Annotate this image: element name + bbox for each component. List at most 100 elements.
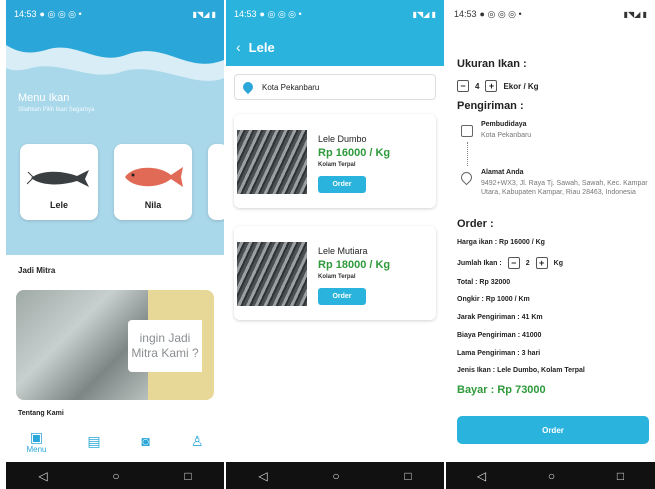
biaya-text: Biaya Pengiriman : 41000 bbox=[457, 332, 542, 339]
system-nav-bar: ◁ ○ □ bbox=[6, 462, 224, 489]
order-screen: 14:53 ● ◎ ◎ ◎ • ▮◥◢ ▮ Ukuran Ikan : − 4 … bbox=[446, 0, 655, 489]
minus-button[interactable]: − bbox=[507, 257, 520, 269]
location-field[interactable]: Kota Pekanbaru bbox=[234, 74, 436, 100]
signal-battery-icon: ▮◥◢ ▮ bbox=[192, 9, 216, 19]
fish-label-nila: Nila bbox=[144, 200, 162, 210]
person-icon: ♙ bbox=[190, 433, 204, 449]
destination-title: Alamat Anda bbox=[481, 169, 524, 176]
total-text: Total : Rp 32000 bbox=[457, 279, 511, 286]
money-icon: ◙ bbox=[141, 433, 151, 449]
jumlah-stepper: Jumlah Ikan : − 2 + Kg bbox=[457, 257, 563, 269]
product-name: Lele Dumbo bbox=[318, 134, 367, 144]
location-pin-icon bbox=[240, 79, 256, 95]
fish-card-nila[interactable]: Nila bbox=[114, 144, 192, 220]
order-button[interactable]: Order bbox=[318, 288, 366, 305]
page-title: Lele bbox=[248, 39, 275, 55]
product-card[interactable]: Lele Mutiara Rp 18000 / Kg Kolam Terpal … bbox=[234, 226, 436, 320]
nav-payment[interactable]: ◙ bbox=[142, 433, 150, 449]
app-bar: ‹ Lele bbox=[226, 28, 444, 66]
product-type: Kolam Terpal bbox=[318, 274, 356, 280]
signal-battery-icon: ▮◥◢ ▮ bbox=[412, 9, 436, 19]
back-icon[interactable]: ◁ bbox=[38, 469, 47, 483]
mitra-heading: Jadi Mitra bbox=[18, 266, 56, 275]
address-pin-icon bbox=[458, 169, 475, 186]
clock: 14:53 bbox=[234, 9, 257, 19]
jumlah-value: 2 bbox=[525, 259, 530, 267]
fish-label-lele: Lele bbox=[49, 200, 68, 210]
origin-title: Pembudidaya bbox=[481, 121, 527, 128]
origin-sub: Kota Pekanbaru bbox=[481, 132, 532, 139]
minus-button[interactable]: − bbox=[457, 80, 469, 92]
status-bar: 14:53 ● ◎ ◎ ◎ • ▮◥◢ ▮ bbox=[446, 0, 655, 28]
tentang-heading: Tentang Kami bbox=[18, 410, 64, 417]
menu-screen: 14:53 ● ◎ ◎ ◎ • ▮◥◢ ▮ Menu Ikan Silahkan… bbox=[6, 0, 224, 489]
product-photo bbox=[237, 242, 307, 306]
product-card[interactable]: Lele Dumbo Rp 16000 / Kg Kolam Terpal Or… bbox=[234, 114, 436, 208]
location-text: Kota Pekanbaru bbox=[262, 82, 320, 92]
store-icon: ▣ bbox=[29, 428, 44, 445]
jumlah-label: Jumlah Ikan : bbox=[457, 259, 502, 267]
status-bar: 14:53 ● ◎ ◎ ◎ • ▮◥◢ ▮ bbox=[6, 0, 224, 28]
order-button[interactable]: Order bbox=[318, 176, 366, 193]
system-nav-bar: ◁ ○ □ bbox=[226, 462, 444, 489]
jumlah-unit: Kg bbox=[553, 259, 563, 267]
product-price: Rp 18000 / Kg bbox=[318, 259, 391, 271]
back-icon[interactable]: ◁ bbox=[258, 469, 267, 483]
nav-menu[interactable]: ▣ Menu bbox=[26, 429, 46, 454]
bayar-total: Bayar : Rp 73000 bbox=[457, 384, 546, 396]
ukuran-heading: Ukuran Ikan : bbox=[457, 58, 527, 70]
pengiriman-heading: Pengiriman : bbox=[457, 100, 524, 112]
jarak-text: Jarak Pengiriman : 41 Km bbox=[457, 314, 543, 321]
fish-card-partial[interactable] bbox=[208, 144, 224, 220]
product-type: Kolam Terpal bbox=[318, 162, 356, 168]
banner-line-1: ingin Jadi bbox=[139, 331, 191, 345]
jenis-text: Jenis Ikan : Lele Dumbo, Kolam Terpal bbox=[457, 367, 585, 374]
system-nav-bar: ◁ ○ □ bbox=[446, 462, 655, 489]
recents-icon[interactable]: □ bbox=[184, 469, 191, 483]
home-icon[interactable]: ○ bbox=[332, 469, 339, 483]
banner-line-2: Mitra Kami ? bbox=[131, 346, 199, 360]
shop-icon bbox=[461, 125, 473, 137]
lama-text: Lama Pengiriman : 3 hari bbox=[457, 350, 541, 357]
bottom-navigation: ▣ Menu ▤ ◙ ♙ bbox=[6, 420, 224, 462]
fish-card-lele[interactable]: Lele bbox=[20, 144, 98, 220]
route-line bbox=[467, 142, 468, 166]
tilapia-icon bbox=[125, 167, 183, 187]
nav-profile[interactable]: ♙ bbox=[191, 433, 204, 449]
home-icon[interactable]: ○ bbox=[112, 469, 119, 483]
recents-icon[interactable]: □ bbox=[617, 469, 624, 483]
fish-list-screen: 14:53 ● ◎ ◎ ◎ • ▮◥◢ ▮ ‹ Lele Kota Pekanb… bbox=[226, 0, 444, 489]
catfish-icon bbox=[27, 170, 89, 187]
notification-icon: ● ◎ ◎ ◎ • bbox=[479, 8, 522, 19]
ukuran-unit: Ekor / Kg bbox=[503, 81, 539, 91]
menu-title: Menu Ikan bbox=[18, 92, 70, 104]
plus-button[interactable]: + bbox=[485, 80, 498, 92]
nav-menu-label: Menu bbox=[26, 444, 47, 454]
plus-button[interactable]: + bbox=[535, 257, 548, 269]
harga-text: Harga ikan : Rp 16000 / Kg bbox=[457, 239, 545, 246]
product-price: Rp 16000 / Kg bbox=[318, 147, 391, 159]
back-arrow-icon[interactable]: ‹ bbox=[236, 39, 241, 55]
order-button[interactable]: Order bbox=[457, 416, 649, 444]
mitra-banner[interactable]: ingin Jadi Mitra Kami ? bbox=[16, 290, 214, 400]
nav-orders[interactable]: ▤ bbox=[87, 433, 100, 449]
product-name: Lele Mutiara bbox=[318, 246, 368, 256]
clock: 14:53 bbox=[454, 9, 477, 19]
back-icon[interactable]: ◁ bbox=[477, 469, 486, 483]
notification-icon: ● ◎ ◎ ◎ • bbox=[39, 8, 82, 19]
receipt-icon: ▤ bbox=[87, 433, 101, 449]
product-photo bbox=[237, 130, 307, 194]
signal-battery-icon: ▮◥◢ ▮ bbox=[623, 9, 647, 19]
clock: 14:53 bbox=[14, 9, 37, 19]
ukuran-stepper: − 4 + Ekor / Kg bbox=[457, 80, 539, 92]
ongkir-text: Ongkir : Rp 1000 / Km bbox=[457, 296, 530, 303]
notification-icon: ● ◎ ◎ ◎ • bbox=[259, 8, 302, 19]
banner-text: ingin Jadi Mitra Kami ? bbox=[128, 320, 202, 372]
recents-icon[interactable]: □ bbox=[404, 469, 411, 483]
status-bar: 14:53 ● ◎ ◎ ◎ • ▮◥◢ ▮ bbox=[226, 0, 444, 28]
destination-address: 9492+WX3, Jl. Raya Tj. Sawah, Sawah, Kec… bbox=[481, 180, 648, 197]
home-icon[interactable]: ○ bbox=[548, 469, 555, 483]
order-heading: Order : bbox=[457, 218, 494, 230]
ukuran-value: 4 bbox=[475, 81, 480, 91]
menu-subtitle: Silahkan Pilih Ikan Segarnya bbox=[18, 107, 95, 113]
